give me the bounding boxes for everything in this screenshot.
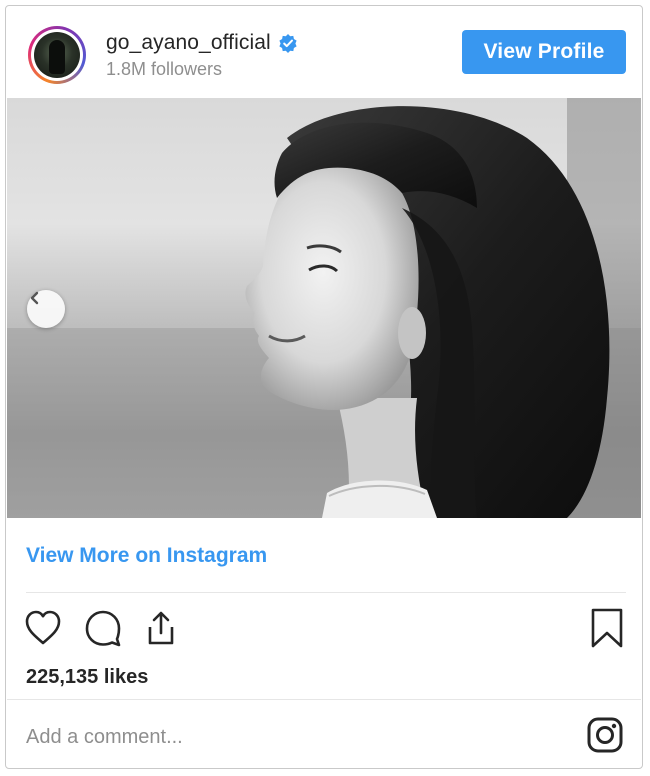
chevron-left-icon [30, 291, 39, 305]
add-comment-field[interactable]: Add a comment... [26, 726, 183, 749]
divider [7, 699, 641, 700]
share-icon [148, 611, 174, 645]
instagram-icon[interactable] [586, 716, 624, 754]
divider [26, 592, 626, 593]
share-button[interactable] [140, 606, 182, 650]
view-more-link[interactable]: View More on Instagram [26, 544, 267, 568]
like-button[interactable] [22, 606, 64, 650]
heart-icon [25, 610, 61, 645]
post-photo-image [7, 98, 641, 518]
post-actions [6, 606, 642, 654]
likes-count: 225,135 likes [26, 666, 149, 688]
comment-button[interactable] [82, 606, 124, 650]
username-link[interactable]: go_ayano_official [106, 31, 271, 55]
post-photo[interactable] [7, 98, 641, 518]
save-button[interactable] [586, 606, 628, 650]
instagram-embed-card: go_ayano_official 1.8M followers View Pr… [5, 5, 643, 769]
comment-bubble-icon [85, 610, 121, 647]
followers-count: 1.8M followers [106, 59, 223, 79]
verified-badge-icon [279, 34, 297, 53]
post-header: go_ayano_official 1.8M followers View Pr… [6, 6, 642, 98]
view-profile-button[interactable]: View Profile [462, 30, 626, 74]
avatar[interactable] [28, 26, 86, 84]
previous-photo-button[interactable] [27, 290, 65, 328]
avatar-photo [34, 32, 80, 78]
bookmark-icon [591, 608, 623, 648]
